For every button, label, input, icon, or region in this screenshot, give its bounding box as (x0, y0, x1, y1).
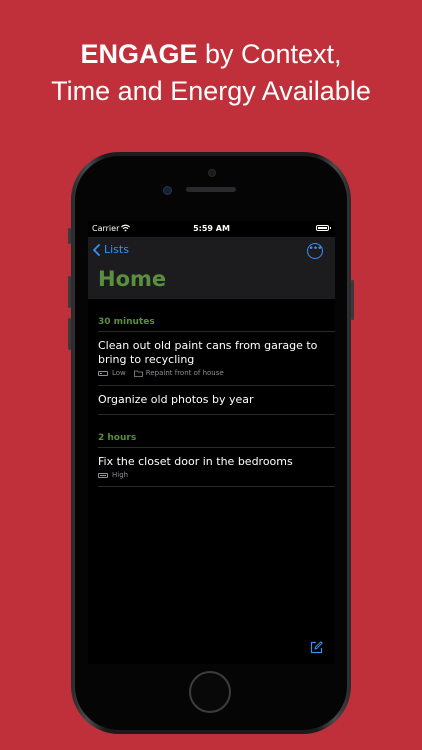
headline-line2: Time and Energy Available (51, 76, 371, 106)
task-title: Fix the closet door in the bedrooms (98, 455, 293, 468)
navigation-header: Lists ••• Home (88, 237, 335, 299)
task-title: Organize old photos by year (98, 393, 254, 406)
status-bar: Carrier 5:59 AM (88, 221, 335, 237)
task-item-organize-photos[interactable]: Organize old photos by year (98, 393, 325, 407)
divider (98, 414, 335, 415)
back-button[interactable]: Lists (92, 243, 129, 256)
marketing-headline: ENGAGE by Context, Time and Energy Avail… (0, 36, 422, 110)
headline-bold: ENGAGE (80, 39, 198, 69)
energy-high-icon (98, 472, 108, 478)
divider (98, 447, 335, 448)
chevron-left-icon (93, 243, 100, 256)
task-meta: High (98, 471, 325, 479)
battery-icon (316, 225, 331, 231)
energy-low-icon (98, 370, 108, 376)
section-header-30-minutes: 30 minutes (98, 317, 155, 327)
volume-down-button (68, 318, 71, 350)
more-button[interactable]: ••• (307, 243, 323, 259)
status-time: 5:59 AM (193, 224, 230, 233)
back-button-label: Lists (104, 243, 129, 256)
earpiece-speaker (186, 187, 236, 192)
energy-label: High (112, 471, 129, 479)
more-icon: ••• (308, 243, 323, 254)
home-button[interactable] (189, 671, 231, 713)
power-button (351, 280, 354, 320)
divider (98, 331, 335, 332)
page-title: Home (98, 267, 167, 291)
mute-switch (68, 228, 71, 244)
task-title: Clean out old paint cans from garage to … (98, 339, 318, 366)
project-label: Repaint front of house (145, 369, 224, 377)
section-header-2-hours: 2 hours (98, 433, 137, 443)
task-meta: Low Repaint front of house (98, 369, 325, 377)
folder-icon (133, 370, 143, 377)
volume-up-button (68, 276, 71, 308)
task-item-paint-cans[interactable]: Clean out old paint cans from garage to … (98, 339, 325, 377)
divider (98, 385, 335, 386)
task-item-closet-door[interactable]: Fix the closet door in the bedrooms High (98, 455, 325, 479)
front-camera (163, 186, 172, 195)
divider (98, 486, 335, 487)
app-screen: Carrier 5:59 AM Lists ••• Home 30 minute… (88, 221, 335, 664)
energy-label: Low (112, 369, 126, 377)
headline-line1: by Context, (197, 39, 342, 69)
compose-icon[interactable] (310, 641, 323, 654)
proximity-sensor (208, 169, 216, 177)
